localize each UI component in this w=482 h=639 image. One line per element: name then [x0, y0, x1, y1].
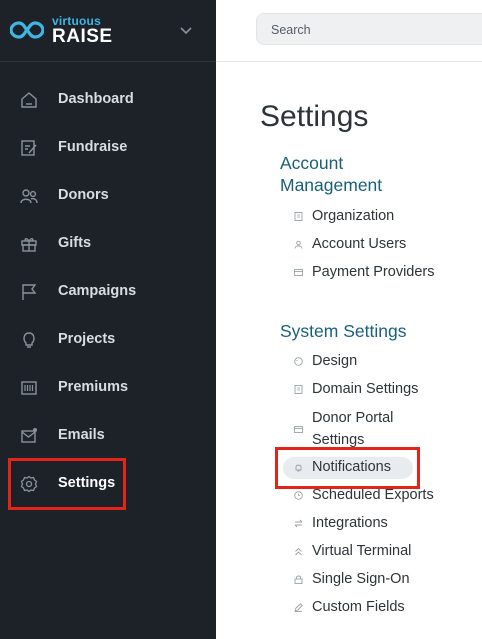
barcode-icon	[21, 381, 37, 395]
card-icon	[294, 426, 303, 433]
chevron-down-icon[interactable]	[178, 22, 194, 38]
section-title-line: Account	[280, 153, 344, 173]
sidebar-item-premiums[interactable]: Premiums	[0, 364, 216, 412]
section-title-line: Management	[280, 175, 383, 195]
brand-wordmark-big: RAISE	[52, 26, 113, 47]
building-icon	[294, 212, 303, 221]
sidebar-item-label: Premiums	[58, 379, 129, 395]
building-icon	[294, 385, 303, 394]
sidebar-item-label: Fundraise	[58, 139, 128, 155]
home-icon	[21, 92, 37, 108]
sidebar-item-label: Campaigns	[58, 283, 137, 299]
sidebar-item-emails[interactable]: Emails	[0, 412, 216, 460]
settings-link-label: Payment Providers	[312, 264, 435, 280]
pencil-icon	[294, 603, 303, 612]
arrows-icon	[294, 519, 303, 528]
sidebar-item-label: Projects	[58, 331, 116, 347]
settings-link-label: Donor Portal Settings	[312, 407, 412, 451]
search-placeholder: Search	[271, 23, 311, 37]
sidebar-item-label: Donors	[58, 187, 109, 203]
sidebar-item-donors[interactable]: Donors	[0, 172, 216, 220]
settings-link-label: Single Sign-On	[312, 571, 410, 587]
top-bar: Search	[216, 0, 482, 62]
clock-icon	[294, 491, 303, 500]
settings-link-label: Account Users	[312, 236, 407, 252]
edit-icon	[21, 140, 37, 156]
sidebar-item-fundraise[interactable]: Fundraise	[0, 124, 216, 172]
sidebar-item-campaigns[interactable]: Campaigns	[0, 268, 216, 316]
lock-icon	[294, 575, 303, 584]
palette-icon	[294, 357, 303, 366]
sidebar-item-projects[interactable]: Projects	[0, 316, 216, 364]
gift-icon	[21, 238, 37, 252]
virtuous-logo-icon	[10, 21, 44, 39]
sidebar-item-label: Gifts	[58, 235, 92, 251]
settings-link-label: Domain Settings	[312, 381, 419, 397]
user-icon	[294, 240, 303, 249]
users-icon	[20, 189, 38, 204]
section-title-account-management: Account Management	[280, 152, 382, 196]
sidebar: virtuous RAISE Dashboard Fundraise Donor…	[0, 0, 216, 639]
sidebar-item-label: Emails	[58, 427, 105, 443]
mail-icon	[21, 428, 37, 443]
settings-link-label: Scheduled Exports	[312, 487, 434, 503]
settings-highlight-box	[8, 458, 126, 510]
sidebar-item-gifts[interactable]: Gifts	[0, 220, 216, 268]
chevrons-up-icon	[295, 547, 302, 556]
brand-header: virtuous RAISE	[0, 0, 216, 62]
section-title-system-settings: System Settings	[280, 321, 407, 341]
flag-icon	[22, 284, 37, 300]
settings-link-label: Integrations	[312, 515, 388, 531]
settings-link-label: Virtual Terminal	[312, 543, 412, 559]
card-icon	[294, 269, 303, 276]
settings-link-label: Organization	[312, 208, 395, 224]
page-title: Settings	[260, 100, 369, 133]
sidebar-item-dashboard[interactable]: Dashboard	[0, 76, 216, 124]
lightbulb-icon	[23, 332, 35, 348]
notifications-highlight-box	[275, 447, 420, 489]
sidebar-item-label: Dashboard	[58, 91, 134, 107]
search-input[interactable]: Search	[256, 13, 482, 45]
settings-link-label-line: Donor Portal	[312, 410, 394, 426]
settings-link-label: Design	[312, 353, 358, 369]
settings-link-label: Custom Fields	[312, 599, 405, 615]
